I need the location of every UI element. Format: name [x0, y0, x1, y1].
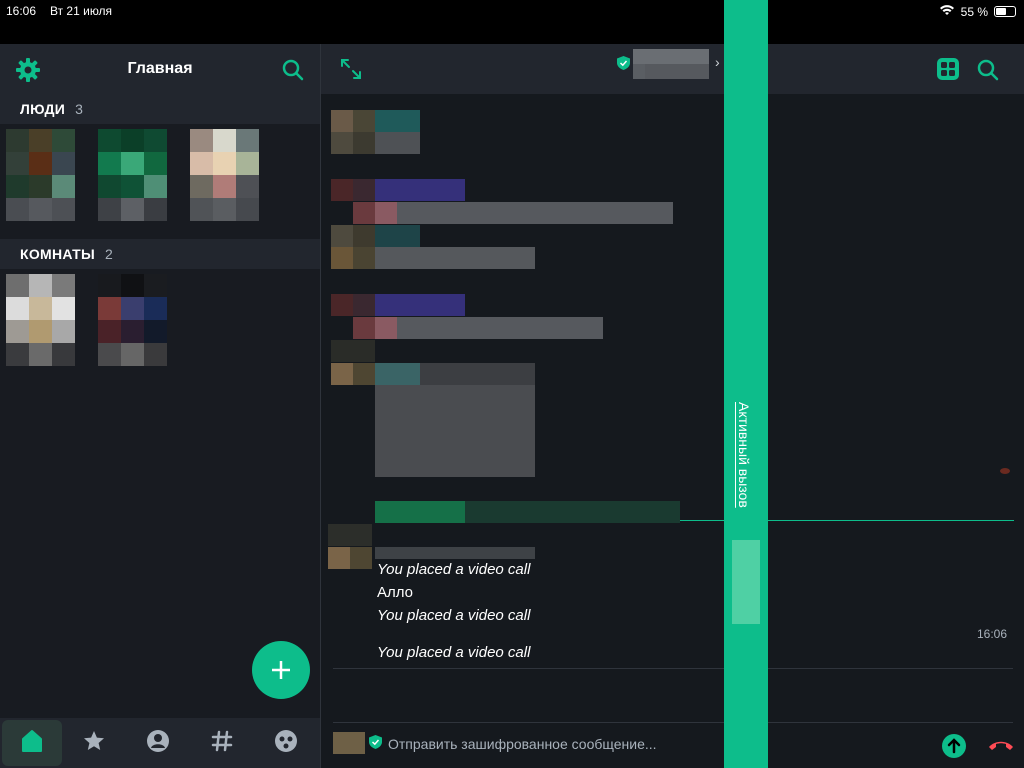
- avatar: [331, 179, 353, 201]
- person-icon: [146, 729, 170, 758]
- link-preview[interactable]: [375, 501, 465, 523]
- room-list-pane: Главная ЛЮДИ 3 КОМНАТЫ 2: [0, 44, 320, 768]
- expand-icon[interactable]: [339, 57, 363, 81]
- person-tile[interactable]: [6, 129, 75, 221]
- shield-check-icon: [368, 735, 382, 749]
- room-search-icon[interactable]: [975, 57, 1001, 83]
- shield-check-icon: [616, 56, 630, 70]
- call-event-message: You placed a video call: [377, 644, 531, 661]
- avatar: [331, 225, 353, 247]
- avatar: [353, 132, 375, 154]
- tab-explore[interactable]: [254, 718, 318, 768]
- avatar: [353, 294, 375, 316]
- tab-favourites[interactable]: [62, 718, 126, 768]
- add-button[interactable]: [252, 641, 310, 699]
- avatar: [331, 247, 353, 269]
- sender-name: [375, 294, 465, 316]
- avatar: [353, 110, 375, 132]
- room-list-header: Главная: [0, 44, 320, 94]
- star-icon: [82, 729, 106, 758]
- people-section-label: ЛЮДИ: [20, 101, 66, 117]
- room-tile[interactable]: [98, 274, 167, 366]
- sender-name: [375, 110, 420, 132]
- rooms-count: 2: [104, 246, 114, 262]
- person-tile[interactable]: [98, 129, 167, 221]
- hash-icon: [210, 729, 234, 758]
- message-body: [397, 317, 603, 339]
- tab-people[interactable]: [126, 718, 190, 768]
- sidebar-title: Главная: [127, 60, 193, 77]
- battery-fill: [996, 8, 1006, 15]
- explore-icon: [274, 729, 298, 758]
- widgets-icon[interactable]: [935, 56, 961, 82]
- send-icon[interactable]: [941, 733, 967, 759]
- message-body: [375, 247, 535, 269]
- rooms-list: [0, 269, 320, 384]
- avatar: [328, 547, 350, 569]
- message-body: [375, 132, 420, 154]
- status-bar: 16:06 Вт 21 июля 55 %: [0, 0, 1024, 44]
- avatar: [353, 363, 375, 385]
- hangup-icon[interactable]: [986, 735, 1016, 755]
- tab-rooms[interactable]: [190, 718, 254, 768]
- status-date: Вт 21 июля: [50, 4, 113, 18]
- active-call-label[interactable]: Активный вызов: [736, 402, 752, 508]
- avatar: [353, 247, 375, 269]
- avatar: [331, 363, 353, 385]
- image-thumbnail[interactable]: [375, 385, 535, 477]
- message-body: [375, 317, 397, 339]
- active-call-strip[interactable]: [724, 0, 768, 768]
- room-view: › You placed a video call Алло You place…: [321, 44, 1024, 768]
- message-body: [397, 202, 673, 224]
- avatar: [331, 110, 353, 132]
- rooms-section-header[interactable]: КОМНАТЫ 2: [0, 239, 320, 269]
- sender-name: [375, 179, 465, 201]
- status-time: 16:06: [6, 4, 37, 18]
- rooms-section-label: КОМНАТЫ: [20, 246, 95, 262]
- avatar: [331, 132, 353, 154]
- message-timestamp: 16:06: [977, 627, 1008, 641]
- message-body: [375, 202, 397, 224]
- room-name[interactable]: [633, 49, 709, 79]
- avatar: [331, 294, 353, 316]
- sender-name: [375, 225, 420, 247]
- search-icon[interactable]: [280, 57, 306, 83]
- avatar: [353, 202, 375, 224]
- message-composer-input[interactable]: Отправить зашифрованное сообщение...: [388, 736, 657, 752]
- people-count: 3: [75, 101, 84, 117]
- person-tile[interactable]: [190, 129, 259, 221]
- room-tile[interactable]: [6, 274, 75, 366]
- avatar: [328, 524, 372, 546]
- room-header: ›: [321, 44, 1024, 94]
- sender-name: [375, 363, 420, 385]
- call-event-message: You placed a video call: [377, 561, 531, 578]
- read-marker-line: [333, 668, 1013, 669]
- avatar: [331, 340, 375, 362]
- sender-name: [375, 547, 535, 559]
- avatar: [333, 732, 365, 754]
- call-event-message: You placed a video call: [377, 607, 531, 624]
- wifi-icon: [939, 4, 955, 19]
- call-avatar: [732, 540, 760, 624]
- avatar: [353, 179, 375, 201]
- message-text: Алло: [377, 584, 414, 601]
- status-right: 55 %: [939, 4, 1016, 19]
- battery-percent: 55 %: [960, 4, 988, 19]
- image-thumbnail[interactable]: [420, 363, 535, 385]
- emoji-reaction-icon: [998, 465, 1012, 477]
- composer-divider: [333, 722, 1013, 723]
- avatar: [353, 225, 375, 247]
- avatar: [350, 547, 372, 569]
- avatar: [353, 317, 375, 339]
- people-section-header[interactable]: ЛЮДИ 3: [0, 94, 320, 124]
- home-icon: [20, 729, 44, 758]
- bottom-tab-bar: [0, 718, 320, 768]
- people-list: [0, 124, 320, 239]
- tab-home[interactable]: [2, 720, 62, 766]
- chevron-right-icon[interactable]: ›: [715, 54, 720, 70]
- battery-icon: [994, 6, 1016, 17]
